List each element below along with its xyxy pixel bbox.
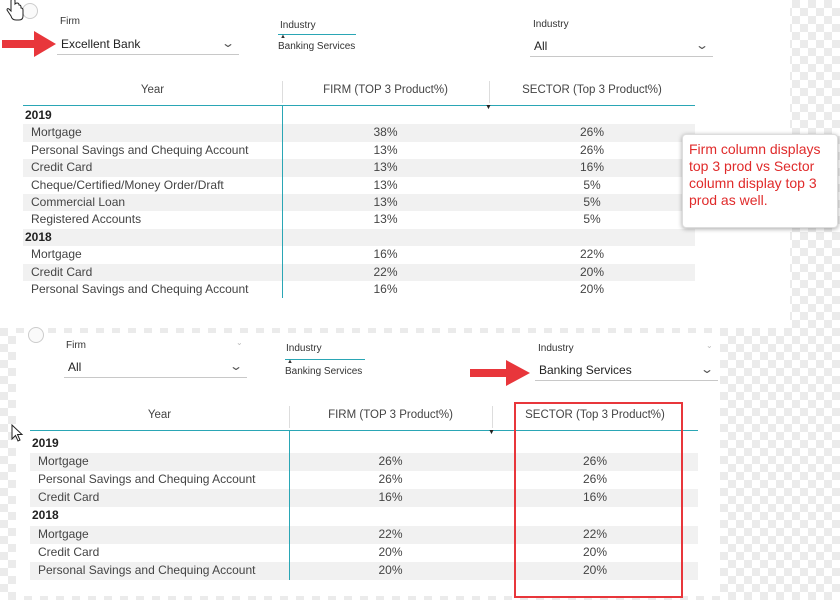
chevron-down-icon: ⌄: [699, 362, 715, 376]
chevron-down-icon: ⌄: [236, 338, 243, 347]
chevron-down-icon: ⌄: [694, 38, 710, 52]
table-header: Year FIRM (TOP 3 Product%) SECTOR (Top 3 P…: [23, 78, 695, 111]
header-sector[interactable]: SECTOR (Top 3 Product%): [489, 78, 695, 106]
red-arrow-icon: [470, 360, 530, 386]
report-panel-top: Firm Excellent Bank ⌄ Industry ▲ Banking…: [0, 0, 790, 328]
firm-value: 13%: [373, 142, 398, 157]
table-group-row[interactable]: 2019: [23, 107, 695, 124]
table-row[interactable]: Credit Card 22% 20%: [23, 263, 695, 281]
firm-value: 22%: [373, 264, 398, 279]
firm-slicer-dropdown[interactable]: Excellent Bank ⌄: [57, 33, 239, 55]
firm-slicer-dropdown[interactable]: All ⌄: [64, 356, 247, 378]
firm-value: 16%: [373, 247, 398, 262]
header-year[interactable]: Year: [23, 78, 282, 106]
sector-value: 20%: [579, 282, 605, 296]
header-year[interactable]: Year: [30, 403, 289, 431]
chevron-down-icon: ⌄: [228, 359, 244, 373]
chevron-down-icon: ⌄: [706, 341, 713, 350]
year-label: 2018: [25, 229, 52, 244]
industry-chip-slicer[interactable]: ▲ Banking Services: [278, 34, 356, 52]
annotation-text: Firm column displays top 3 prod vs Secto…: [689, 141, 821, 208]
firm-value: 22%: [378, 526, 403, 541]
header-firm[interactable]: FIRM (TOP 3 Product%): [289, 403, 492, 431]
firm-value: 16%: [378, 490, 403, 505]
industry-chip-value: Banking Services: [285, 366, 363, 377]
table-row[interactable]: Credit Card 13% 16%: [23, 159, 695, 177]
firm-value: 26%: [378, 454, 403, 469]
firm-slicer-label: Firm: [66, 340, 86, 351]
sort-ascending-icon: ▲: [287, 359, 293, 365]
product-label: Mortgage: [31, 125, 82, 140]
table-row[interactable]: Personal Savings and Chequing Account 16%…: [23, 281, 695, 298]
firm-value: 13%: [373, 160, 398, 175]
industry-dropdown-value: All: [534, 39, 548, 53]
industry-dropdown-label: Industry: [533, 19, 569, 30]
firm-slicer-label: Firm: [60, 16, 80, 27]
column-divider[interactable]: [289, 406, 290, 428]
product-label: Mortgage: [31, 247, 82, 262]
header-firm[interactable]: FIRM (TOP 3 Product%): [282, 78, 489, 106]
product-label: Registered Accounts: [31, 212, 142, 227]
product-label: Credit Card: [31, 264, 93, 279]
industry-dropdown[interactable]: All ⌄: [530, 35, 713, 57]
table-row[interactable]: Mortgage 16% 22%: [23, 246, 695, 263]
industry-slicer-label: Industry: [286, 343, 322, 354]
product-label: Mortgage: [38, 526, 89, 541]
pointer-cursor-icon: [11, 424, 24, 442]
year-label: 2018: [32, 508, 59, 523]
industry-dropdown-label: Industry: [538, 343, 574, 354]
industry-dropdown[interactable]: Banking Services ⌄: [535, 359, 718, 381]
firm-slicer-value: All: [68, 360, 82, 374]
industry-chip-slicer[interactable]: ▲ Banking Services: [285, 359, 365, 377]
sort-ascending-icon: ▲: [280, 34, 286, 40]
sector-value: 26%: [579, 142, 605, 157]
table-group-row[interactable]: 2018: [23, 228, 695, 247]
table-row[interactable]: Registered Accounts 13% 5%: [23, 211, 695, 228]
table-row[interactable]: Commercial Loan 13% 5%: [23, 194, 695, 212]
year-label: 2019: [25, 108, 52, 122]
hand-cursor-icon: [6, 0, 24, 21]
table-row[interactable]: Cheque/Certified/Money Order/Draft 13% 5%: [23, 177, 695, 194]
product-label: Personal Savings and Chequing Account: [31, 142, 249, 157]
industry-slicer-label: Industry: [280, 20, 316, 31]
firm-value: 13%: [373, 212, 398, 227]
sector-value: 20%: [579, 264, 605, 279]
firm-value: 16%: [373, 282, 398, 296]
firm-value: 20%: [378, 544, 403, 559]
row-header-divider: [289, 431, 290, 580]
firm-value: 13%: [373, 177, 398, 192]
product-label: Mortgage: [38, 454, 89, 469]
industry-dropdown-value: Banking Services: [539, 363, 632, 377]
sector-value: 5%: [583, 177, 601, 192]
sector-value: 26%: [579, 125, 605, 140]
firm-value: 26%: [378, 472, 403, 487]
firm-slicer-value: Excellent Bank: [61, 37, 141, 51]
product-label: Cheque/Certified/Money Order/Draft: [31, 177, 224, 192]
row-header-divider: [282, 106, 283, 299]
sector-value: 5%: [583, 212, 601, 227]
sector-value: 16%: [579, 160, 605, 175]
product-label: Credit Card: [38, 544, 100, 559]
red-arrow-icon: [2, 31, 56, 57]
focus-mode-icon[interactable]: [28, 327, 44, 343]
table-row[interactable]: Mortgage 38% 26%: [23, 124, 695, 142]
product-label: Commercial Loan: [31, 195, 126, 209]
sector-value: 22%: [579, 247, 605, 262]
sector-column-highlight: [514, 402, 683, 598]
firm-value: 13%: [373, 195, 398, 209]
product-label: Credit Card: [38, 490, 100, 505]
firm-value: 38%: [373, 125, 398, 140]
product-label: Personal Savings and Chequing Account: [38, 562, 256, 577]
chevron-down-icon: ⌄: [220, 36, 236, 50]
sector-value: 5%: [583, 195, 601, 209]
firm-value: 20%: [378, 562, 403, 577]
industry-chip-value: Banking Services: [278, 41, 356, 52]
year-label: 2019: [32, 436, 59, 450]
annotation-callout: Firm column displays top 3 prod vs Secto…: [682, 134, 838, 228]
product-label: Personal Savings and Chequing Account: [31, 282, 249, 296]
product-label: Personal Savings and Chequing Account: [38, 472, 256, 487]
product-label: Credit Card: [31, 160, 93, 175]
table-row[interactable]: Personal Savings and Chequing Account 13%…: [23, 142, 695, 159]
column-divider[interactable]: [282, 81, 283, 103]
